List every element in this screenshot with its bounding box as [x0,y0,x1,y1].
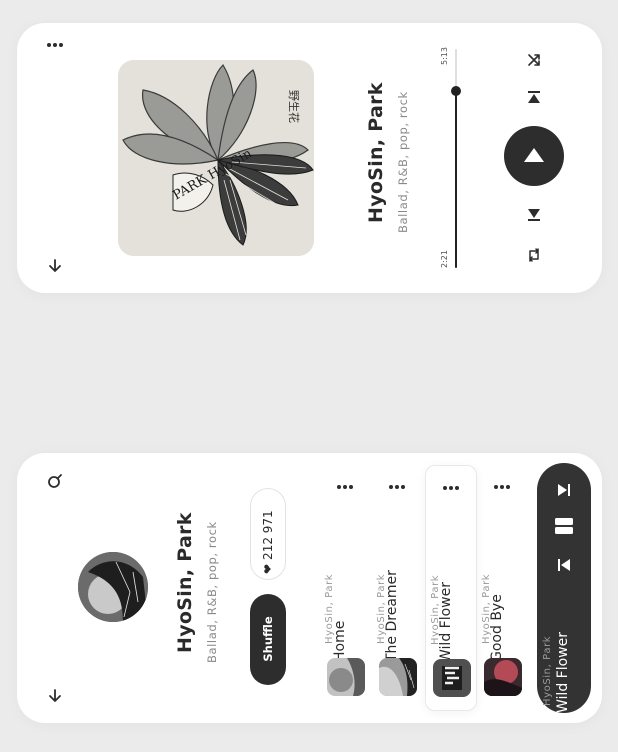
progress-bar[interactable] [451,49,461,268]
duration-label: 5:13 [440,47,449,65]
progress-knob[interactable] [451,86,461,96]
repeat-icon[interactable] [527,247,541,263]
track-item[interactable]: HyoSin, Park Home [320,465,372,711]
likes-row: ❤ 212 971 [258,494,278,574]
elapsed-label: 2:21 [440,250,449,268]
track-title: Home [332,620,348,662]
heart-icon: ❤ [261,563,275,574]
track-item[interactable]: HyoSin, Park Good Bye [477,465,529,711]
track-title: Good Bye [489,594,505,662]
more-icon[interactable] [337,484,355,490]
more-icon[interactable] [47,42,65,48]
track-thumbnail [379,658,417,696]
pause-icon[interactable] [554,516,574,536]
more-icon[interactable] [389,484,407,490]
progress-fill [455,91,457,268]
track-thumbnail [433,659,471,697]
track-item-active[interactable]: HyoSin, Park Wild Flower [425,465,477,711]
player-card: PARK HyoSin 野生花 HyoSin, Park Ballad, R&B… [17,23,602,293]
track-title: Wild Flower [438,582,454,663]
track-item[interactable]: HyoSin, Park The Dreamer [372,465,424,711]
mini-player-title: Wild Flower [555,632,571,713]
likes-pill[interactable]: ❤ 212 971 [250,488,286,580]
next-icon[interactable] [557,483,571,497]
more-icon[interactable] [443,485,461,491]
arrow-down-icon[interactable] [48,689,62,703]
shuffle-button-label: Shuffle [261,616,275,662]
play-icon [524,148,544,162]
svg-text:野生花: 野生花 [287,90,301,123]
track-title: The Dreamer [384,570,400,662]
shuffle-icon[interactable] [527,53,541,67]
album-card: HyoSin, Park Ballad, R&B, pop, rock ❤ 21… [17,453,602,723]
previous-icon[interactable] [527,90,541,104]
shuffle-button[interactable]: Shuffle [250,594,286,685]
player-artist-name: HyoSin, Park [365,82,387,223]
next-icon[interactable] [527,208,541,222]
mini-player-artist: HyoSin, Park [542,635,553,706]
album-genres: Ballad, R&B, pop, rock [205,521,219,663]
album-artist-name: HyoSin, Park [174,512,196,653]
search-icon[interactable] [47,473,63,489]
album-art: PARK HyoSin 野生花 [118,60,314,256]
more-icon[interactable] [494,484,512,490]
track-thumbnail [327,658,365,696]
arrow-down-icon[interactable] [48,259,62,273]
previous-icon[interactable] [557,558,571,572]
mini-player[interactable]: HyoSin, Park Wild Flower [537,463,591,713]
likes-count: 212 971 [261,510,275,560]
track-thumbnail [484,658,522,696]
player-genres: Ballad, R&B, pop, rock [396,91,410,233]
play-button[interactable] [504,126,564,186]
artist-avatar [78,552,148,622]
